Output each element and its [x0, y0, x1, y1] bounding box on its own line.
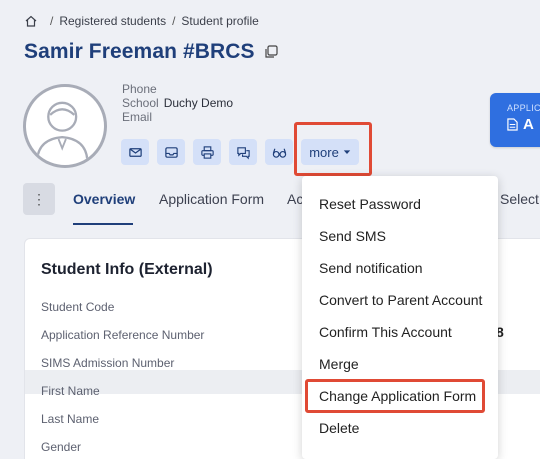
more-button-highlight: [294, 122, 372, 176]
field-first-name: First Name: [41, 384, 100, 398]
glasses-icon: [272, 148, 286, 158]
field-last-name: Last Name: [41, 412, 100, 426]
tab-overview[interactable]: Overview: [73, 191, 135, 207]
more-dropdown-menu: Reset Password Send SMS Send notificatio…: [302, 176, 498, 459]
tab-select-partial[interactable]: Select: [500, 191, 539, 207]
school-label: School: [122, 96, 159, 110]
document-icon: [507, 118, 518, 131]
contact-meta: Phone School Duchy Demo Email: [122, 82, 233, 124]
page-title: Samir Freeman #BRCS: [24, 40, 255, 63]
send-email-button[interactable]: [121, 139, 149, 165]
application-button[interactable]: APPLIC A: [490, 93, 540, 147]
mail-icon: [128, 147, 142, 157]
inbox-button[interactable]: [157, 139, 185, 165]
home-icon[interactable]: [24, 14, 38, 28]
field-application-reference-number: Application Reference Number: [41, 328, 205, 342]
phone-label: Phone: [122, 82, 157, 96]
menu-item-send-sms[interactable]: Send SMS: [319, 228, 386, 244]
tab-partial[interactable]: Ac: [287, 191, 303, 207]
breadcrumb-student-profile: Student profile: [181, 14, 259, 28]
menu-item-reset-password[interactable]: Reset Password: [319, 196, 421, 212]
change-application-form-highlight: [305, 379, 485, 413]
breadcrumb-separator: /: [50, 14, 54, 28]
menu-item-send-notification[interactable]: Send notification: [319, 260, 423, 276]
card-title: Student Info (External): [41, 261, 213, 278]
field-student-code: Student Code: [41, 300, 115, 314]
tab-application-form[interactable]: Application Form: [159, 191, 264, 207]
chat-icon: [236, 146, 250, 159]
user-silhouette-icon: [35, 101, 89, 160]
field-gender: Gender: [41, 440, 82, 454]
view-as-button[interactable]: [265, 139, 293, 165]
menu-item-confirm-account[interactable]: Confirm This Account: [319, 324, 452, 340]
breadcrumb: / Registered students / Student profile: [24, 13, 259, 29]
breadcrumb-registered-students[interactable]: Registered students: [59, 14, 166, 28]
menu-item-merge[interactable]: Merge: [319, 356, 359, 372]
chat-button[interactable]: [229, 139, 257, 165]
active-tab-indicator: [73, 223, 133, 225]
school-value: Duchy Demo: [163, 96, 234, 110]
application-button-sublabel: APPLIC: [507, 103, 540, 113]
application-button-label: A: [523, 116, 534, 133]
field-sims-admission-number: SIMS Admission Number: [41, 356, 175, 370]
copy-icon[interactable]: [263, 44, 279, 60]
email-label: Email: [122, 110, 153, 124]
menu-item-convert-to-parent[interactable]: Convert to Parent Account: [319, 292, 482, 308]
avatar: [23, 84, 107, 168]
printer-icon: [200, 145, 214, 159]
breadcrumb-separator: /: [172, 14, 176, 28]
kebab-menu-icon[interactable]: ⋮: [23, 183, 55, 215]
menu-item-delete[interactable]: Delete: [319, 420, 359, 436]
print-button[interactable]: [193, 139, 221, 165]
inbox-icon: [164, 146, 178, 158]
title-row: Samir Freeman #BRCS: [24, 40, 279, 64]
